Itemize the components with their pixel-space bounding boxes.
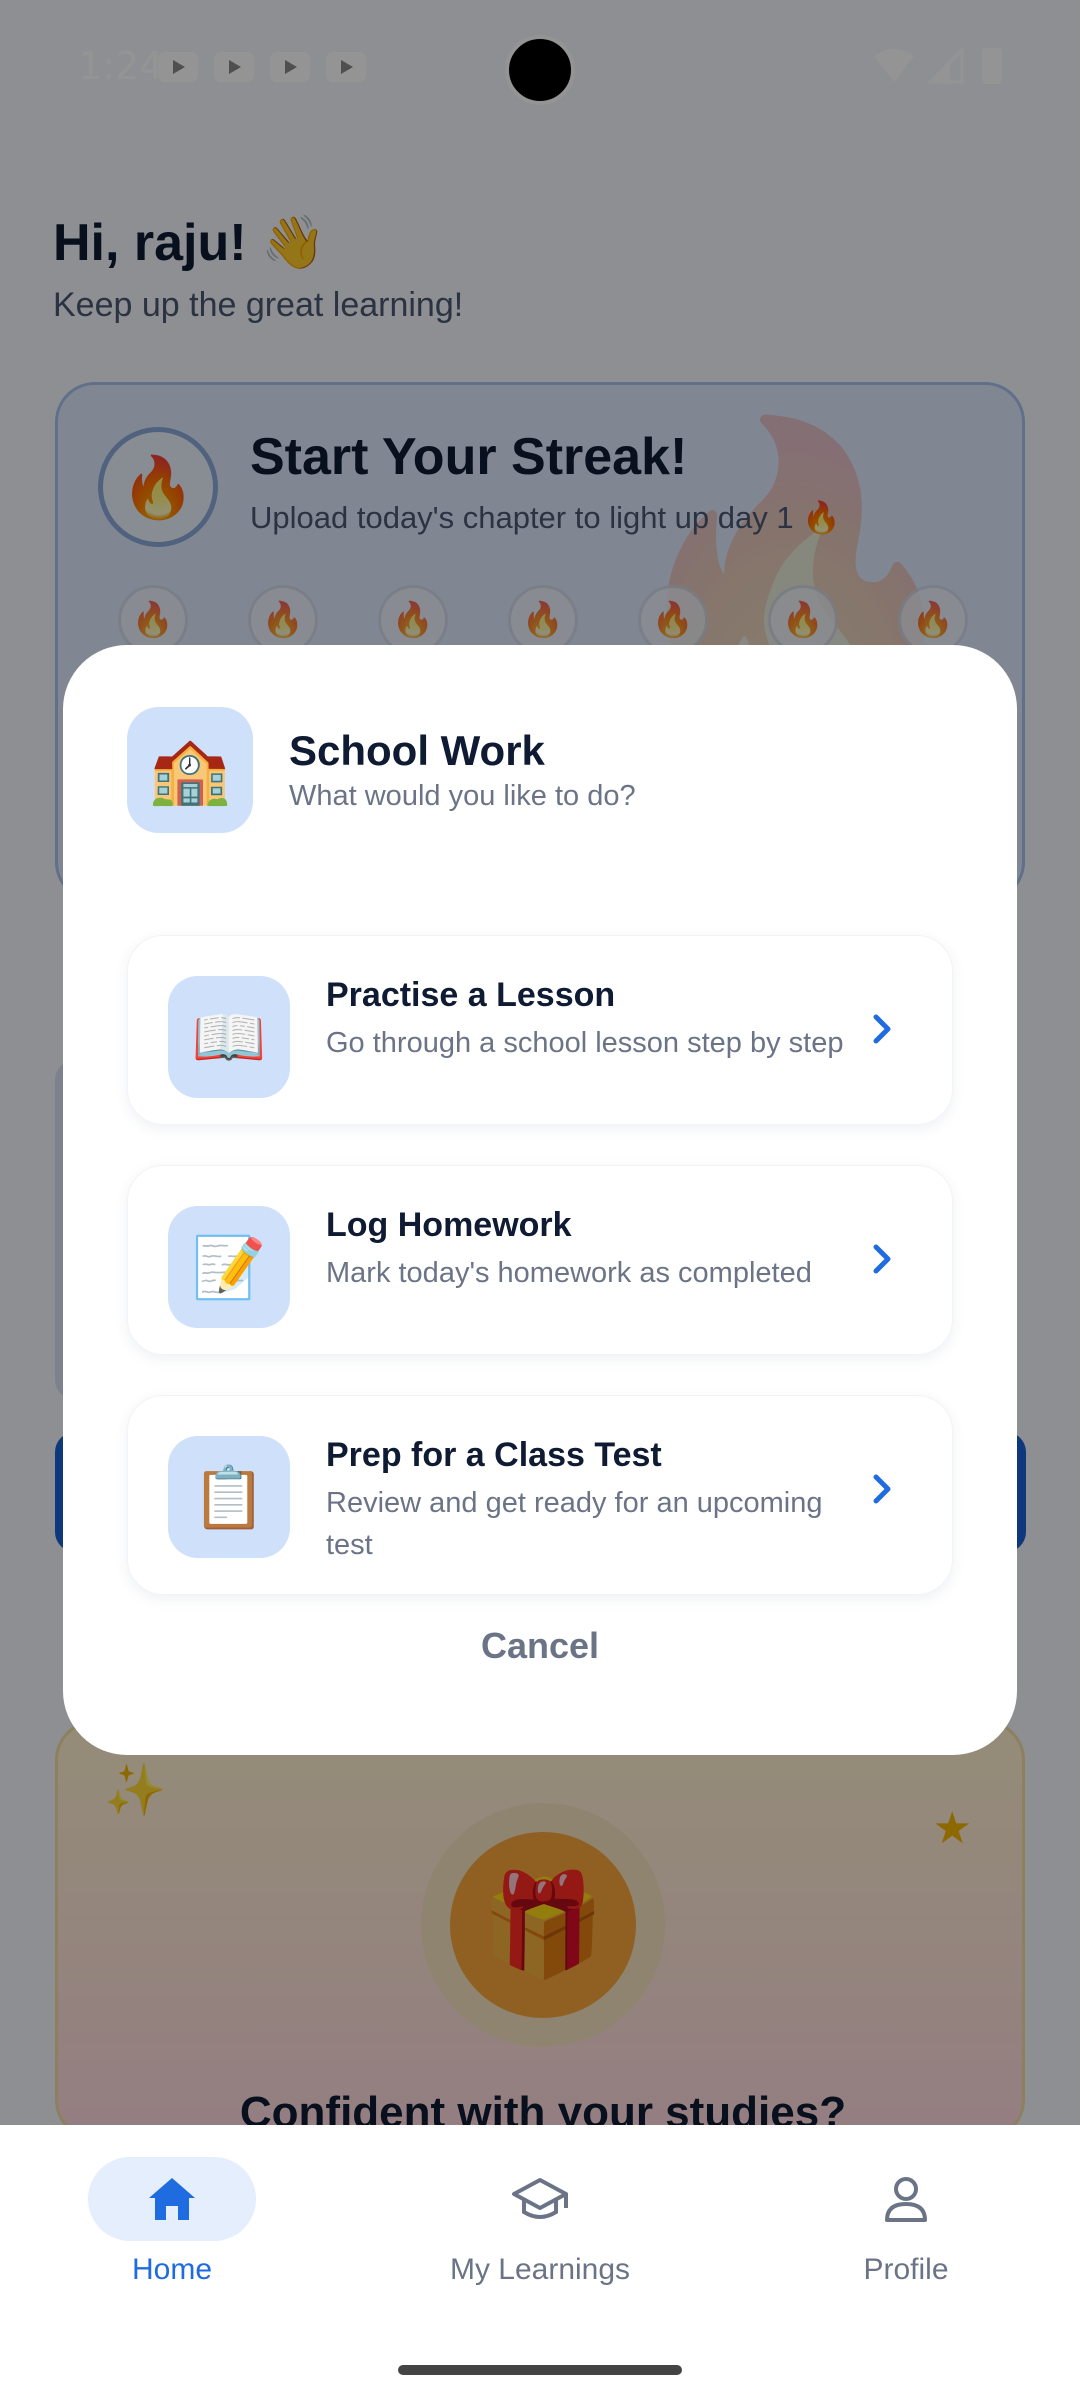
nav-profile-label: Profile (863, 2253, 949, 2286)
chevron-right-icon (873, 1244, 891, 1274)
chevron-right-icon (873, 1474, 891, 1504)
nav-home-pill (88, 2157, 256, 2241)
option-title: Log Homework (326, 1206, 572, 1244)
cancel-button[interactable]: Cancel (63, 1625, 1017, 1667)
home-indicator[interactable] (398, 2365, 682, 2375)
option-log-homework[interactable]: 📝 Log Homework Mark today's homework as … (127, 1165, 953, 1355)
option-prep-class-test[interactable]: 📋 Prep for a Class Test Review and get r… (127, 1395, 953, 1595)
nav-home-label: Home (131, 2253, 213, 2286)
graduation-cap-icon (512, 2178, 568, 2219)
home-icon (149, 2178, 195, 2220)
school-work-dialog: 🏫 School Work What would you like to do?… (63, 645, 1017, 1755)
school-icon: 🏫 (127, 707, 253, 833)
option-title: Practise a Lesson (326, 976, 616, 1014)
option-title: Prep for a Class Test (326, 1436, 662, 1474)
nav-my-learnings[interactable]: My Learnings (390, 2157, 690, 2287)
option-practise-lesson[interactable]: 📖 Practise a Lesson Go through a school … (127, 935, 953, 1125)
nav-profile[interactable]: Profile (756, 2157, 1056, 2287)
memo-icon: 📝 (168, 1206, 290, 1328)
dialog-subtitle: What would you like to do? (289, 780, 636, 812)
person-icon (885, 2177, 927, 2222)
nav-my-learnings-pill (456, 2157, 624, 2241)
nav-home[interactable]: Home (22, 2157, 322, 2287)
nav-my-learnings-label: My Learnings (449, 2253, 631, 2286)
bottom-navigation: Home My Learnings Profile (0, 2125, 1080, 2400)
nav-profile-pill (822, 2157, 990, 2241)
option-subtitle: Go through a school lesson step by step (326, 1027, 844, 1059)
option-subtitle: Review and get ready for an upcoming tes… (326, 1487, 823, 1561)
chevron-right-icon (873, 1014, 891, 1044)
option-subtitle: Mark today's homework as completed (326, 1257, 812, 1289)
open-book-icon: 📖 (168, 976, 290, 1098)
clipboard-icon: 📋 (168, 1436, 290, 1558)
dialog-title: School Work (289, 727, 545, 774)
